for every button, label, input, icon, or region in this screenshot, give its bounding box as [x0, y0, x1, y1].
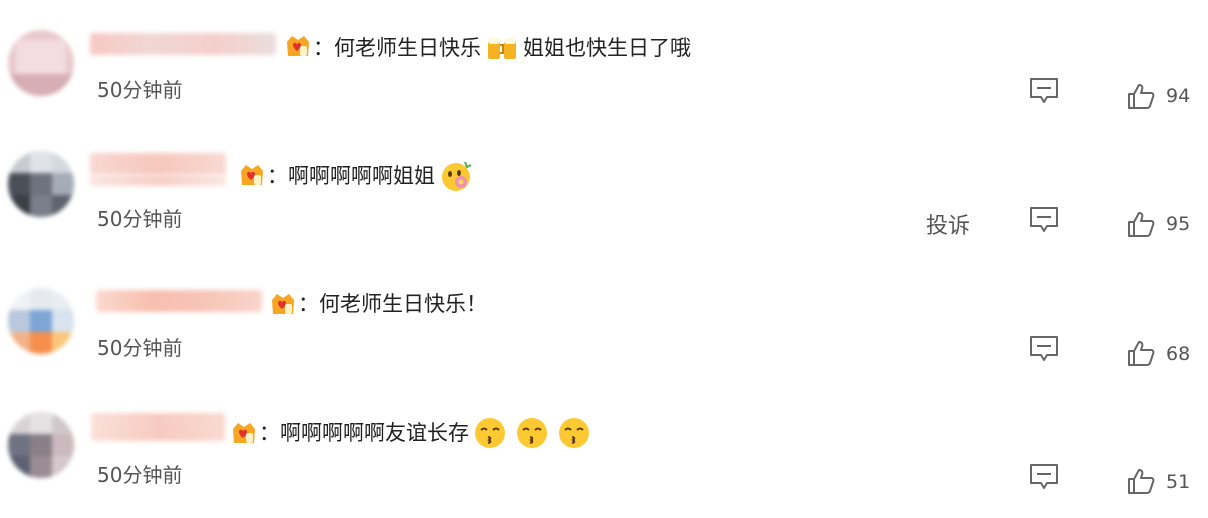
username-blurred[interactable]: [90, 33, 276, 55]
timestamp: 50分钟前: [97, 207, 183, 231]
fan-badge-icon: [233, 423, 255, 443]
reply-comment-icon[interactable]: [1029, 463, 1059, 491]
thumbs-up-icon[interactable]: [1127, 210, 1155, 238]
kissing-face-emoji-icon: [475, 418, 505, 448]
like-count: 68: [1166, 343, 1191, 365]
avatar[interactable]: [8, 30, 74, 96]
comment-text-before: ：何老师生日快乐！: [298, 292, 487, 316]
comment-text: ：啊啊啊啊啊姐姐: [267, 159, 477, 193]
comment-text-after: 姐姐也快生日了哦: [523, 36, 691, 60]
like-count: 94: [1166, 85, 1191, 107]
like-count: 95: [1166, 213, 1191, 235]
comment-text-before: ：啊啊啊啊啊姐姐: [267, 164, 435, 188]
comment-text-before: ：啊啊啊啊啊友谊长存: [259, 421, 469, 445]
username-blurred[interactable]: [91, 413, 225, 441]
fan-badge-icon: [241, 165, 263, 185]
avatar[interactable]: [8, 151, 74, 217]
fan-badge-icon: [287, 36, 309, 56]
thumbs-up-icon[interactable]: [1127, 467, 1155, 495]
comment-text: ：何老师生日快乐！: [298, 289, 487, 319]
timestamp: 50分钟前: [97, 336, 183, 360]
beer-cheers-emoji-icon: [488, 38, 516, 59]
reply-comment-icon[interactable]: [1029, 206, 1059, 234]
username-blurred[interactable]: [90, 174, 226, 186]
avatar[interactable]: [8, 412, 74, 478]
username-blurred[interactable]: [90, 153, 226, 175]
thumbs-up-icon[interactable]: [1127, 82, 1155, 110]
comment-text-before: ：何老师生日快乐: [313, 36, 481, 60]
timestamp: 50分钟前: [97, 463, 183, 487]
thumbs-up-icon[interactable]: [1127, 339, 1155, 367]
kissing-face-emoji-icon: [559, 418, 589, 448]
avatar[interactable]: [8, 288, 74, 354]
report-button[interactable]: 投诉: [926, 213, 970, 241]
like-count: 51: [1166, 471, 1191, 493]
flower-face-emoji-icon: [442, 161, 472, 191]
comment-item: ：啊啊啊啊啊友谊长存 50分钟前 51: [0, 387, 1208, 516]
reply-comment-icon[interactable]: [1029, 77, 1059, 105]
username-blurred[interactable]: [96, 290, 262, 312]
fan-badge-icon: [272, 294, 294, 314]
reply-comment-icon[interactable]: [1029, 335, 1059, 363]
comment-text: ：何老师生日快乐 姐姐也快生日了哦: [313, 31, 691, 65]
comment-item: ：何老师生日快乐 姐姐也快生日了哦 50分钟前 94: [0, 0, 1208, 129]
comment-item: ：啊啊啊啊啊姐姐 50分钟前 投诉 95: [0, 129, 1208, 258]
kissing-face-emoji-icon: [517, 418, 547, 448]
timestamp: 50分钟前: [97, 78, 183, 102]
comment-text: ：啊啊啊啊啊友谊长存: [259, 416, 595, 450]
comment-item: ：何老师生日快乐！ 50分钟前 68: [0, 258, 1208, 387]
